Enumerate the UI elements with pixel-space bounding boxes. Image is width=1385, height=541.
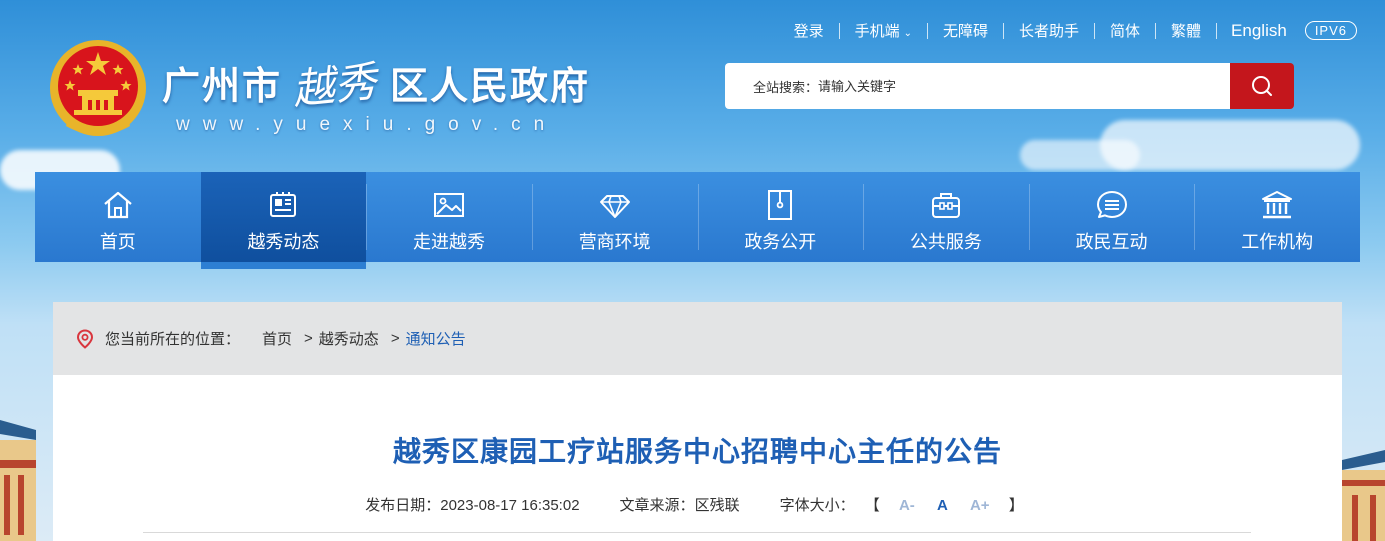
site-title-calligraphy: 越秀 — [289, 56, 379, 115]
nav-item-public-services[interactable]: 公共服务 — [863, 172, 1029, 262]
ipv6-badge[interactable]: IPV6 — [1304, 21, 1357, 40]
breadcrumb-prefix: 您当前所在的位置： — [105, 331, 241, 348]
publish-date-value: 2023-08-17 16:35:02 — [440, 497, 580, 514]
search-label: 全站搜索： — [753, 79, 819, 95]
breadcrumb-home[interactable]: 首页 — [262, 328, 292, 349]
nav-item-label: 营商环境 — [578, 232, 651, 252]
nav-item-home[interactable]: 首页 — [35, 172, 201, 262]
login-link[interactable]: 登录 — [779, 20, 839, 41]
article-source-value: 区残联 — [694, 497, 740, 514]
meta-divider — [143, 532, 1251, 533]
bracket-open: 【 — [864, 497, 880, 514]
publish-date: 发布日期：2023-08-17 16:35:02 — [365, 494, 579, 515]
nav-item-label: 首页 — [99, 232, 136, 252]
breadcrumb-news[interactable]: 越秀动态 — [319, 328, 379, 349]
nav-item-news[interactable]: 越秀动态 — [200, 172, 367, 269]
document-folder-icon — [768, 190, 793, 220]
article-meta: 发布日期：2023-08-17 16:35:02 文章来源：区残联 字体大小： … — [53, 494, 1342, 515]
search-icon — [1252, 76, 1272, 96]
site-header: 广州市 越秀 区人民政府 www.yuexiu.gov.cn 登录 手机端 ⌄ 无… — [0, 0, 1385, 172]
breadcrumb-current[interactable]: 通知公告 — [406, 328, 466, 349]
chat-icon — [1096, 191, 1127, 218]
main-nav: 首页 越秀动态 走进越秀 营商环境 政务公开 公共服务 政民互动 工作机构 — [35, 172, 1360, 269]
simplified-chinese-link[interactable]: 简体 — [1095, 20, 1155, 41]
nav-item-label: 越秀动态 — [247, 232, 320, 252]
search-button[interactable] — [1230, 63, 1294, 109]
location-pin-icon — [76, 328, 94, 349]
building-decoration-icon — [1342, 450, 1385, 541]
picture-icon — [434, 193, 465, 217]
article-content: 您当前所在的位置： 首页 > 越秀动态 > 通知公告 越秀区康园工疗站服务中心招… — [53, 302, 1342, 541]
newspaper-icon — [270, 192, 297, 217]
elderly-assistant-link[interactable]: 长者助手 — [1004, 20, 1094, 41]
font-size-large-button[interactable]: A+ — [970, 497, 990, 514]
font-size-small-button[interactable]: A- — [899, 497, 915, 514]
site-title: 广州市 越秀 区人民政府 — [162, 52, 591, 115]
nav-item-business[interactable]: 营商环境 — [531, 172, 698, 262]
english-link[interactable]: English — [1217, 21, 1301, 41]
breadcrumb: 您当前所在的位置： 首页 > 越秀动态 > 通知公告 — [53, 302, 1342, 375]
nav-item-label: 走进越秀 — [413, 232, 486, 252]
nav-item-label: 政民互动 — [1075, 232, 1148, 252]
article-title: 越秀区康园工疗站服务中心招聘中心主任的公告 — [392, 436, 1002, 467]
site-search: 全站搜索： — [725, 63, 1294, 109]
font-size-normal-button[interactable]: A — [937, 497, 948, 514]
nav-item-label: 政务公开 — [744, 232, 817, 252]
search-input[interactable] — [818, 78, 1159, 94]
breadcrumb-separator: > — [304, 330, 313, 347]
accessibility-link[interactable]: 无障碍 — [928, 20, 1003, 41]
nav-item-label: 工作机构 — [1241, 232, 1314, 252]
nav-item-label: 公共服务 — [909, 232, 982, 252]
site-title-prefix: 广州市 — [162, 66, 283, 108]
site-url: www.yuexiu.gov.cn — [176, 114, 558, 135]
breadcrumb-separator: > — [390, 330, 400, 347]
mobile-label: 手机端 — [854, 23, 900, 40]
home-icon — [104, 191, 132, 219]
search-box: 全站搜索： — [725, 63, 1230, 109]
briefcase-icon — [931, 193, 960, 218]
site-title-suffix: 区人民政府 — [390, 66, 591, 108]
font-size-label: 字体大小： — [779, 497, 855, 514]
chevron-down-icon: ⌄ — [903, 28, 912, 39]
traditional-chinese-link[interactable]: 繁體 — [1156, 20, 1216, 41]
publish-date-label: 发布日期： — [365, 497, 441, 514]
bracket-close: 】 — [1008, 497, 1024, 514]
article-source-label: 文章来源： — [619, 497, 695, 514]
diamond-icon — [599, 195, 630, 218]
article-source: 文章来源：区残联 — [620, 494, 740, 515]
national-emblem-icon — [50, 40, 146, 136]
nav-item-about[interactable]: 走进越秀 — [366, 172, 532, 262]
nav-item-open-government[interactable]: 政务公开 — [697, 172, 864, 262]
nav-item-interaction[interactable]: 政民互动 — [1028, 172, 1195, 262]
nav-item-institutions[interactable]: 工作机构 — [1194, 172, 1360, 262]
institution-icon — [1262, 191, 1293, 219]
top-links: 登录 手机端 ⌄ 无障碍 长者助手 简体 繁體 English IPV6 — [779, 20, 1357, 41]
font-size-controls: 字体大小： 【 A- A A+ 】 — [780, 494, 1030, 515]
building-decoration-icon — [0, 420, 36, 541]
mobile-link[interactable]: 手机端 ⌄ — [840, 20, 927, 41]
